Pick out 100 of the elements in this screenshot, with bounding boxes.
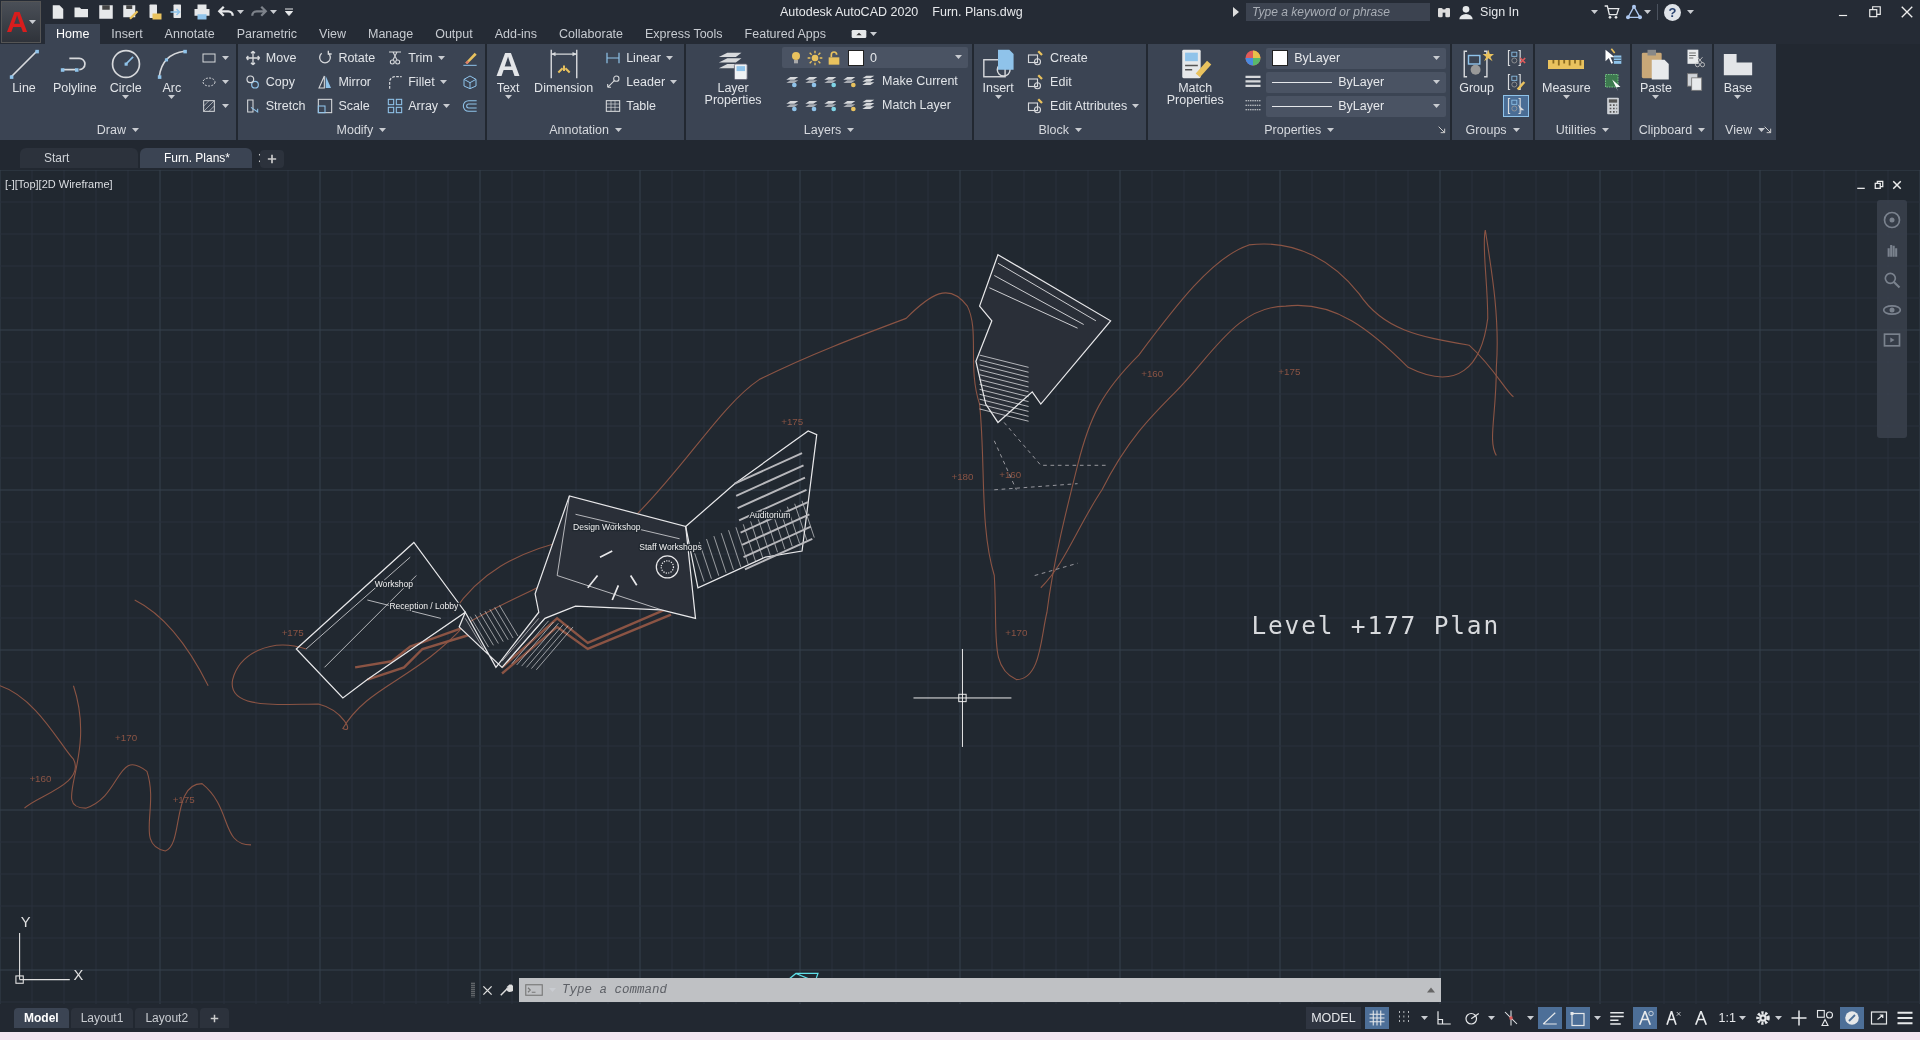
linetype-dropdown[interactable]: ByLayer bbox=[1266, 71, 1447, 93]
ribbon-tab[interactable]: View bbox=[308, 24, 357, 44]
ribbon-tool-button[interactable]: Dimension bbox=[531, 47, 597, 94]
ribbon-tool-button[interactable]: Line bbox=[4, 47, 44, 94]
ribbon-tool-button[interactable]: Table bbox=[602, 95, 681, 117]
close-icon[interactable] bbox=[1900, 5, 1914, 19]
caret-icon bbox=[1739, 1015, 1746, 1021]
ribbon-tool-button[interactable]: Fillet bbox=[384, 71, 454, 93]
ribbon-tool-button[interactable]: Leader bbox=[602, 71, 681, 93]
ribbon-tab[interactable]: Add-ins bbox=[483, 24, 549, 44]
save-as-icon-button[interactable] bbox=[121, 3, 139, 21]
ribbon-tool-button[interactable]: Make Current bbox=[782, 70, 969, 92]
ribbon-tab[interactable]: Parametric bbox=[225, 24, 309, 44]
ribbon-tab[interactable]: Annotate bbox=[153, 24, 226, 44]
ribbon-tool-button[interactable]: Group bbox=[1456, 47, 1497, 94]
ribbon-tool-button[interactable]: Arc bbox=[151, 47, 192, 100]
zoom-icon[interactable] bbox=[1882, 270, 1902, 290]
ribbon-tab[interactable]: Output bbox=[424, 24, 484, 44]
document-tab[interactable]: Start bbox=[20, 148, 138, 168]
panel-title[interactable]: View bbox=[1725, 123, 1752, 137]
panel-title[interactable]: Groups bbox=[1465, 123, 1507, 137]
annotation-scale-button[interactable]: 1:1 bbox=[1716, 1011, 1748, 1025]
status-toggle-button[interactable] bbox=[1364, 1007, 1389, 1029]
ribbon-tool-button[interactable]: Match Layer bbox=[782, 94, 969, 116]
ribbon-tool-button[interactable]: Mirror bbox=[314, 71, 379, 93]
ribbon-tool-button[interactable]: Paste bbox=[1636, 47, 1676, 100]
ribbon-tab[interactable]: Manage bbox=[356, 24, 425, 44]
status-toggle-button[interactable] bbox=[1632, 1007, 1657, 1029]
cart-button[interactable] bbox=[1604, 4, 1620, 20]
layout-tab[interactable]: Layout1 bbox=[70, 1008, 134, 1028]
restore-icon[interactable] bbox=[1868, 5, 1882, 19]
panel-title[interactable]: Utilities bbox=[1555, 123, 1597, 137]
ribbon-tool-button[interactable]: Insert bbox=[978, 47, 1019, 100]
ribbon-tool-button[interactable]: Copy bbox=[241, 71, 309, 93]
ribbon-tool-button[interactable]: Trim bbox=[384, 47, 454, 69]
contour-label: +175 bbox=[781, 415, 804, 427]
command-field[interactable]: Type a command bbox=[562, 983, 1421, 997]
panel-title[interactable]: Properties bbox=[1264, 123, 1322, 137]
new-layout-button[interactable] bbox=[200, 1008, 230, 1028]
ribbon-tool-button[interactable]: A Text bbox=[491, 47, 526, 100]
caret-icon bbox=[237, 9, 244, 15]
ribbon-tool-button[interactable]: Match Properties bbox=[1152, 47, 1239, 106]
panel-title[interactable]: Layers bbox=[803, 123, 842, 137]
close-icon[interactable] bbox=[1892, 180, 1902, 190]
ribbon-tool-button[interactable]: Layer Properties bbox=[690, 47, 777, 106]
panel-title[interactable]: Draw bbox=[96, 123, 126, 137]
lineweight-dropdown[interactable]: ByLayer bbox=[1266, 95, 1447, 117]
ribbon-tool-button[interactable]: Measure bbox=[1539, 47, 1594, 100]
ribbon-tool-button[interactable]: Array bbox=[384, 95, 454, 117]
layout-tab[interactable]: Layout2 bbox=[135, 1008, 199, 1028]
status-toggle-button[interactable] bbox=[1537, 1007, 1562, 1029]
ribbon-tab[interactable]: Collaborate bbox=[548, 24, 634, 44]
layer-dropdown[interactable]: 0 bbox=[782, 47, 969, 68]
ribbon-tab[interactable]: Featured Apps bbox=[733, 24, 837, 44]
dialog-launcher-icon[interactable] bbox=[1764, 126, 1772, 134]
showmotion-icon[interactable] bbox=[1882, 330, 1902, 350]
ribbon-tab[interactable]: Insert bbox=[100, 24, 154, 44]
ribbon-tool-button[interactable]: Edit bbox=[1024, 71, 1143, 93]
history-caret-icon[interactable] bbox=[1427, 987, 1435, 993]
ribbon-tool-button[interactable]: Polyline bbox=[50, 47, 100, 94]
ribbon-tool-button[interactable]: Linear bbox=[602, 47, 681, 69]
panel-title[interactable]: Modify bbox=[336, 123, 374, 137]
ribbon-tab[interactable]: Express Tools bbox=[634, 24, 734, 44]
panel-title[interactable]: Clipboard bbox=[1638, 123, 1693, 137]
search-field[interactable]: Type a keyword or phrase bbox=[1246, 3, 1431, 21]
ribbon-tool-button[interactable]: Stretch bbox=[241, 95, 309, 117]
hardware-acceleration-button[interactable] bbox=[1840, 1007, 1864, 1029]
model-space-button[interactable]: MODEL bbox=[1306, 1007, 1361, 1029]
help-button[interactable]: ? bbox=[1664, 3, 1681, 21]
save-icon bbox=[97, 3, 115, 21]
restore-icon[interactable] bbox=[1874, 180, 1884, 190]
connect-button[interactable] bbox=[1626, 4, 1651, 20]
wrench-icon[interactable] bbox=[499, 983, 513, 997]
ribbon-tool-button[interactable]: Create bbox=[1024, 47, 1143, 69]
expand-arrow-icon[interactable] bbox=[1232, 7, 1241, 17]
save-icon-button[interactable] bbox=[97, 3, 115, 21]
steering-wheel-icon[interactable] bbox=[1882, 210, 1902, 230]
shapes-icon bbox=[1816, 1009, 1834, 1027]
ribbon-tool-button[interactable]: Circle bbox=[105, 47, 146, 100]
isolate-objects-button[interactable] bbox=[1814, 1009, 1836, 1027]
sign-in-link[interactable]: Sign In bbox=[1480, 5, 1519, 19]
viewport-label[interactable]: [-][Top][2D Wireframe] bbox=[5, 178, 113, 190]
new-tab-button[interactable] bbox=[260, 150, 284, 168]
status-toggle-button[interactable] bbox=[1565, 1007, 1590, 1029]
ribbon-tool-button[interactable]: Base bbox=[1718, 47, 1758, 100]
ribbon-tab[interactable]: Home bbox=[45, 24, 101, 44]
clean-screen-button[interactable] bbox=[1868, 1009, 1890, 1027]
customize-toolbar-button[interactable] bbox=[283, 6, 295, 18]
close-icon[interactable] bbox=[482, 984, 493, 996]
panel-title[interactable]: Block bbox=[1038, 123, 1069, 137]
ribbon-tool-button[interactable]: Scale bbox=[314, 95, 379, 117]
grip-icon[interactable] bbox=[470, 982, 476, 998]
panel-title[interactable]: Annotation bbox=[549, 123, 609, 137]
ribbon-tool-button[interactable]: Edit Attributes bbox=[1024, 95, 1143, 117]
print-icon-button[interactable] bbox=[193, 3, 211, 21]
dialog-launcher-icon[interactable] bbox=[1438, 126, 1447, 134]
ribbon-tool-button[interactable]: Rotate bbox=[314, 47, 379, 69]
ribbon-tool-button[interactable]: Move bbox=[241, 47, 309, 69]
layout-tab[interactable]: Model bbox=[14, 1008, 69, 1028]
color-dropdown[interactable]: ByLayer bbox=[1266, 47, 1447, 69]
